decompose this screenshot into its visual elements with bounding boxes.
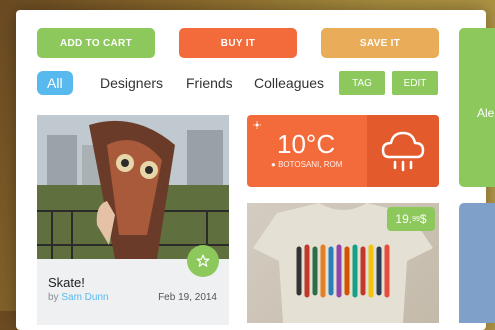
save-it-button[interactable]: SAVE IT xyxy=(321,28,439,58)
filter-friends[interactable]: Friends xyxy=(186,71,233,95)
location-name: BOTOSANI, ROM xyxy=(278,160,343,169)
location-pin-icon: ● xyxy=(271,160,276,169)
price-currency: $ xyxy=(419,212,427,226)
price-cents: 99 xyxy=(412,215,420,223)
tag-button[interactable]: TAG xyxy=(339,71,385,95)
rain-cloud-icon xyxy=(381,131,425,172)
star-icon xyxy=(196,254,210,267)
buy-it-button[interactable]: BUY IT xyxy=(179,28,297,58)
price-main: 19. xyxy=(395,212,413,226)
by-label: by xyxy=(48,292,59,303)
post-date: Feb 19, 2014 xyxy=(158,292,217,303)
post-title: Skate! xyxy=(48,275,85,290)
price-badge: 19. 99 $ xyxy=(387,207,435,231)
filter-colleagues[interactable]: Colleagues xyxy=(254,71,324,95)
filter-all[interactable]: All xyxy=(37,71,73,95)
filter-designers[interactable]: Designers xyxy=(100,71,163,95)
sun-icon xyxy=(253,121,261,129)
weather-location: ● BOTOSANI, ROM xyxy=(271,160,342,169)
favorite-button[interactable] xyxy=(187,245,219,277)
skateboard-photo xyxy=(37,115,229,260)
author-link[interactable]: Sam Dunn xyxy=(61,292,108,303)
add-to-cart-button[interactable]: ADD TO CART xyxy=(37,28,155,58)
skate-post-card[interactable]: Skate! by Sam Dunn Feb 19, 2014 xyxy=(37,115,229,325)
temperature: 10°C xyxy=(277,129,336,159)
side-card-blue[interactable] xyxy=(459,203,495,323)
post-author-line: by Sam Dunn xyxy=(48,292,109,303)
weather-widget[interactable]: 10°C ● BOTOSANI, ROM xyxy=(247,115,439,187)
side-card-text: Ale xyxy=(477,106,495,120)
edit-button[interactable]: EDIT xyxy=(392,71,438,95)
weather-icon-panel xyxy=(367,115,439,187)
